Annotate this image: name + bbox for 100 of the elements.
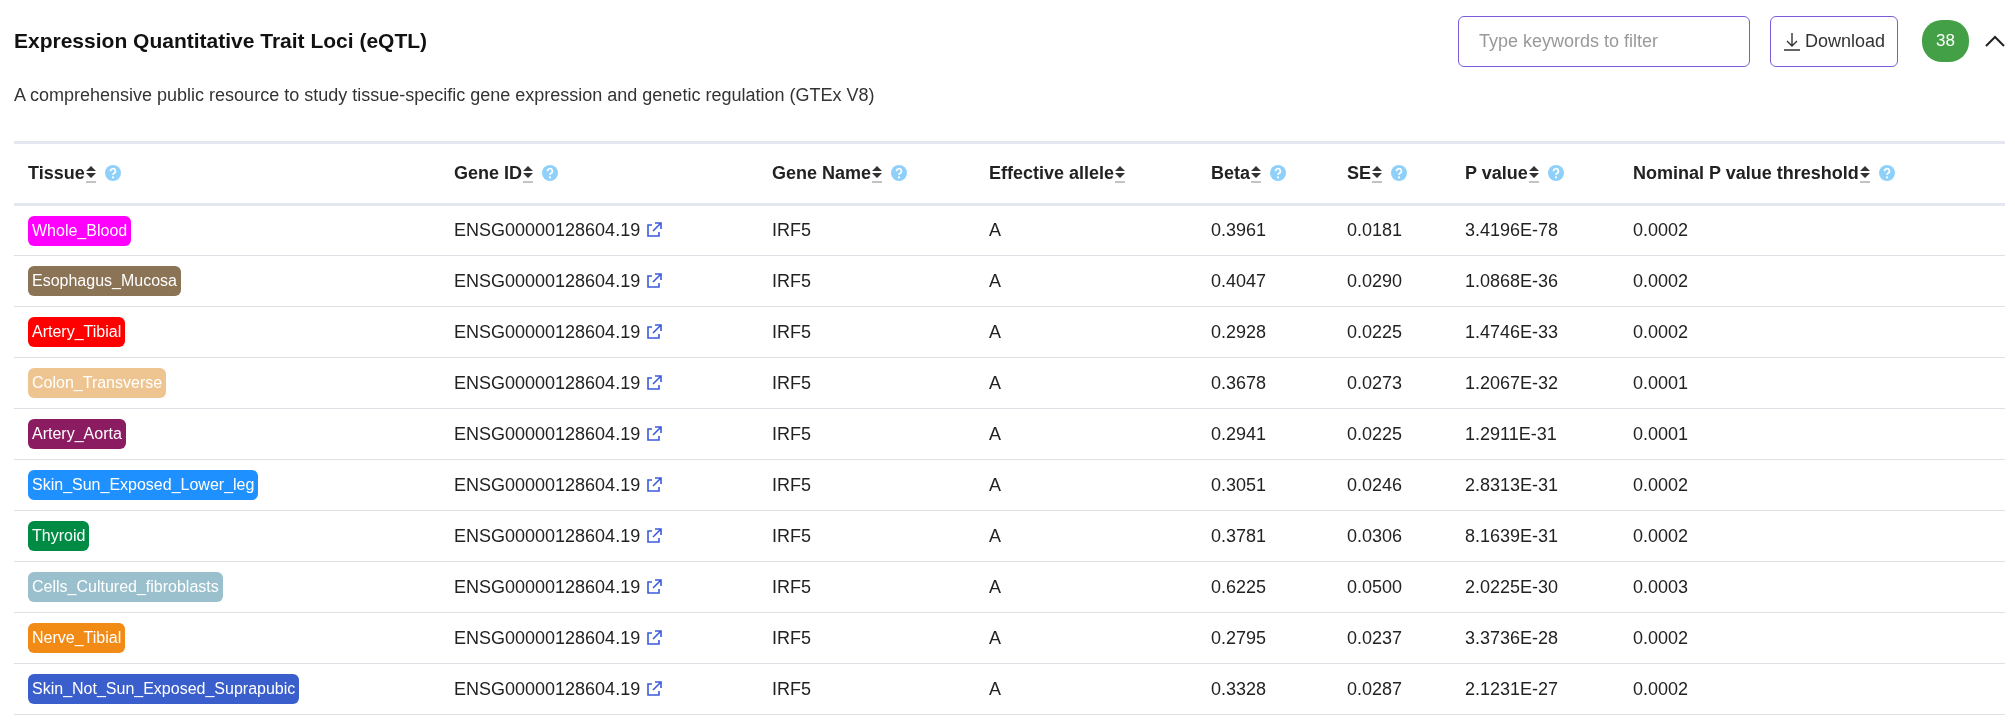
- gene-id: ENSG00000128604.19: [454, 576, 641, 597]
- tissue-tag: Artery_Aorta: [28, 419, 126, 449]
- external-link-icon[interactable]: [646, 374, 663, 390]
- sort-icon[interactable]: [1371, 165, 1383, 183]
- table-cell: 0.3678: [1197, 357, 1333, 409]
- table-cell: A: [975, 561, 1197, 613]
- table-cell: 1.2067E-32: [1451, 357, 1619, 409]
- tissue-tag: Whole_Blood: [28, 215, 132, 246]
- table-cell: 0.0225: [1333, 306, 1451, 358]
- table-cell: 8.1639E-31: [1451, 510, 1619, 562]
- table-cell: 1.4746E-33: [1451, 306, 1619, 358]
- table-cell: 0.0287: [1333, 663, 1451, 715]
- gene-id: ENSG00000128604.19: [454, 525, 641, 546]
- table-cell: 3.4196E-78: [1451, 204, 1619, 256]
- count-badge: 38: [1922, 20, 1969, 62]
- sort-icon[interactable]: [1114, 165, 1127, 183]
- table-cell: 0.0002: [1619, 255, 2005, 307]
- table-cell: 0.2941: [1197, 408, 1333, 460]
- table-cell: A: [975, 612, 1197, 664]
- table-cell: 0.6225: [1197, 561, 1333, 613]
- column-header[interactable]: Gene Name: [772, 163, 872, 183]
- table-cell: 0.2928: [1197, 306, 1333, 358]
- column-header[interactable]: SE: [1347, 163, 1371, 183]
- table-cell: 0.0001: [1619, 357, 2005, 409]
- table-cell: 0.0306: [1333, 510, 1451, 562]
- sort-icon[interactable]: [1858, 165, 1871, 183]
- chevron-up-icon: [1985, 35, 2005, 49]
- tissue-tag: Artery_Tibial: [28, 317, 126, 347]
- gene-id: ENSG00000128604.19: [454, 321, 641, 342]
- table-cell: 0.0225: [1333, 408, 1451, 460]
- table-cell: 0.0290: [1333, 255, 1451, 307]
- table-cell: 3.3736E-28: [1451, 612, 1619, 664]
- table-cell: 0.3781: [1197, 510, 1333, 562]
- table-cell: 0.3961: [1197, 204, 1333, 256]
- table-cell: IRF5: [758, 459, 975, 511]
- table-cell: 2.1231E-27: [1451, 663, 1619, 715]
- external-link-icon[interactable]: [646, 323, 663, 339]
- column-header[interactable]: Tissue: [28, 163, 85, 183]
- gene-id: ENSG00000128604.19: [454, 627, 641, 648]
- table-cell: A: [975, 459, 1197, 511]
- table-cell: IRF5: [758, 255, 975, 307]
- table-cell: IRF5: [758, 357, 975, 409]
- external-link-icon[interactable]: [646, 680, 663, 696]
- table-cell: 0.0273: [1333, 357, 1451, 409]
- table-cell: IRF5: [758, 663, 975, 715]
- table-cell: 2.8313E-31: [1451, 459, 1619, 511]
- table-cell: A: [975, 510, 1197, 562]
- tissue-tag: Esophagus_Mucosa: [28, 266, 181, 296]
- external-link-icon[interactable]: [646, 629, 663, 645]
- table-cell: A: [975, 408, 1197, 460]
- table-cell: 0.0002: [1619, 204, 2005, 256]
- table-cell: 0.2795: [1197, 612, 1333, 664]
- sort-icon[interactable]: [522, 165, 535, 183]
- table-cell: 0.0002: [1619, 612, 2005, 664]
- table-cell: IRF5: [758, 612, 975, 664]
- table-cell: 0.0181: [1333, 204, 1451, 256]
- table-cell: 2.0225E-30: [1451, 561, 1619, 613]
- table-cell: A: [975, 306, 1197, 358]
- table-cell: IRF5: [758, 408, 975, 460]
- external-link-icon[interactable]: [646, 527, 663, 543]
- sort-icon[interactable]: [871, 165, 884, 183]
- gene-id: ENSG00000128604.19: [454, 270, 641, 291]
- external-link-icon[interactable]: [646, 272, 663, 288]
- gene-id: ENSG00000128604.19: [454, 372, 641, 393]
- column-header[interactable]: Gene ID: [454, 163, 523, 183]
- table-cell: 0.0002: [1619, 306, 2005, 358]
- table-cell: 1.0868E-36: [1451, 255, 1619, 307]
- table-cell: 0.3328: [1197, 663, 1333, 715]
- column-header[interactable]: Nominal P value threshold: [1633, 163, 1859, 183]
- table-cell: 0.0500: [1333, 561, 1451, 613]
- external-link-icon[interactable]: [646, 222, 663, 237]
- gene-id: ENSG00000128604.19: [454, 423, 641, 444]
- table-cell: 0.0001: [1619, 408, 2005, 460]
- table-cell: 0.0002: [1619, 510, 2005, 562]
- tissue-tag: Nerve_Tibial: [28, 623, 126, 653]
- table-cell: IRF5: [758, 306, 975, 358]
- column-header[interactable]: P value: [1465, 163, 1528, 183]
- download-button[interactable]: Download: [1770, 15, 1899, 67]
- table-cell: A: [975, 204, 1197, 256]
- tissue-tag: Skin_Sun_Exposed_Lower_leg: [28, 470, 259, 500]
- column-header[interactable]: Beta: [1211, 163, 1250, 183]
- filter-field[interactable]: Type keywords to filter: [1458, 15, 1750, 67]
- table-cell: IRF5: [758, 510, 975, 562]
- section-description: A comprehensive public resource to study tissue-specific gene expression and genetic regulation (GTEx V8): [14, 84, 876, 107]
- table-cell: A: [975, 255, 1197, 307]
- gene-id: ENSG00000128604.19: [454, 474, 641, 495]
- tissue-tag: Cells_Cultured_fibroblasts: [28, 572, 223, 602]
- external-link-icon[interactable]: [646, 476, 663, 492]
- sort-icon[interactable]: [1527, 165, 1540, 183]
- table-cell: 0.0237: [1333, 612, 1451, 664]
- table-cell: 0.0002: [1619, 663, 2005, 715]
- sort-icon[interactable]: [84, 165, 97, 183]
- external-link-icon[interactable]: [646, 425, 663, 441]
- table-cell: 0.0246: [1333, 459, 1451, 511]
- sort-icon[interactable]: [1250, 165, 1262, 183]
- gene-id: ENSG00000128604.19: [454, 220, 641, 240]
- table-cell: A: [975, 357, 1197, 409]
- column-header[interactable]: Effective allele: [989, 163, 1115, 183]
- external-link-icon[interactable]: [646, 578, 663, 594]
- table-cell: 1.2911E-31: [1451, 408, 1619, 460]
